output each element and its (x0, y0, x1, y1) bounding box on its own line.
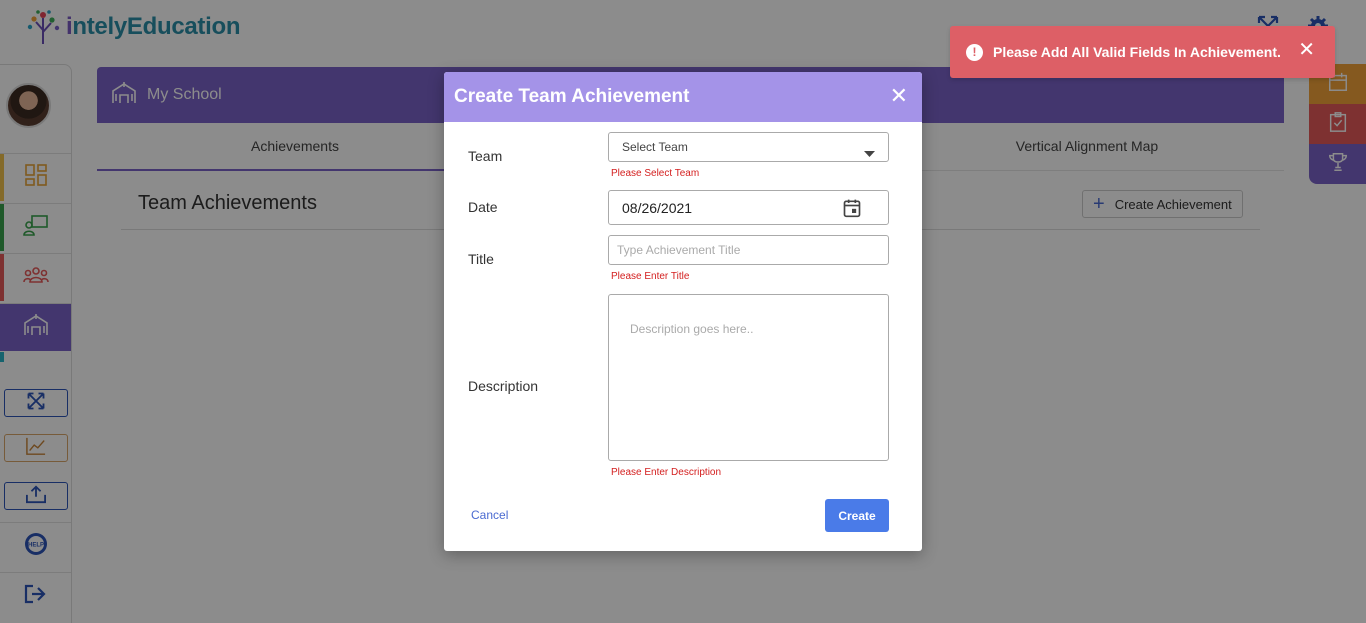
calendar-icon[interactable] (842, 198, 862, 221)
title-input[interactable]: Type Achievement Title (608, 235, 889, 265)
team-select-value: Select Team (622, 140, 688, 154)
date-label: Date (468, 199, 498, 215)
title-label: Title (468, 251, 494, 267)
title-error: Please Enter Title (611, 271, 690, 282)
toast-close-icon[interactable]: ✕ (1298, 40, 1315, 60)
description-textarea[interactable]: Description goes here.. (608, 294, 889, 461)
close-icon[interactable]: ✕ (890, 85, 908, 107)
description-label: Description (468, 378, 539, 394)
date-value: 08/26/2021 (622, 199, 693, 216)
team-label: Team (468, 148, 503, 164)
dialog-title: Create Team Achievement (454, 86, 690, 107)
description-error: Please Enter Description (611, 467, 722, 478)
team-error: Please Select Team (611, 168, 700, 179)
dialog-header: Create Team Achievement (444, 72, 922, 122)
title-placeholder: Type Achievement Title (617, 243, 741, 257)
toast-message: Please Add All Valid Fields In Achieveme… (993, 44, 1281, 60)
error-toast: ! Please Add All Valid Fields In Achieve… (950, 26, 1335, 78)
date-field[interactable]: 08/26/2021 (608, 190, 889, 225)
alert-icon: ! (966, 43, 983, 61)
cancel-button[interactable]: Cancel (471, 508, 508, 522)
description-placeholder: Description goes here.. (630, 322, 754, 336)
create-team-achievement-dialog: Create Team Achievement ✕ Team Select Te… (444, 72, 922, 551)
create-button[interactable]: Create (825, 499, 889, 532)
team-select[interactable]: Select Team (608, 132, 889, 162)
chevron-down-icon (864, 145, 875, 160)
